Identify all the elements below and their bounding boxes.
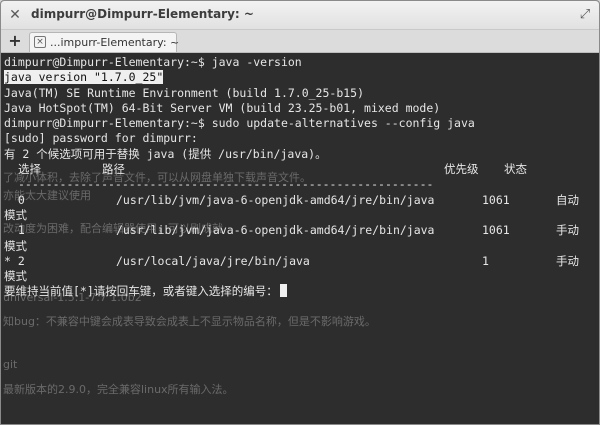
table-header: 选择 路径 优先级 状态: [4, 162, 599, 177]
separator-text: ----------------------------------------…: [18, 177, 434, 192]
terminal-line: dimpurr@Dimpurr-Elementary:~$ java -vers…: [4, 55, 302, 69]
row-status: 自动: [556, 192, 579, 207]
header-status: 状态: [504, 162, 527, 177]
row-priority: 1061: [482, 192, 510, 207]
header-path: 路径: [102, 162, 125, 177]
row-status: 手动: [556, 253, 579, 268]
table-row: * 2 /usr/local/java/jre/bin/java 1 手动: [4, 254, 599, 269]
row-select: 0: [4, 192, 25, 207]
close-tab-icon: ×: [36, 37, 44, 47]
text-cursor[interactable]: [279, 284, 287, 298]
plus-icon: +: [8, 31, 22, 50]
row-status: 手动: [556, 223, 579, 238]
background-text-line: 最新版本的2.9.0，完全兼容linux所有输入法。: [3, 383, 234, 396]
new-tab-button[interactable]: +: [7, 32, 23, 50]
terminal-line: [sudo] password for dimpurr:: [4, 131, 198, 146]
tab-terminal[interactable]: × ...impurr-Elementary: ~: [29, 32, 180, 52]
table-row-continuation: 模式: [4, 269, 27, 284]
title-bar[interactable]: ✕ dimpurr@Dimpurr-Elementary: ~ ⤢: [1, 1, 599, 30]
row-select: * 2: [4, 253, 25, 268]
row-path: /usr/lib/jvm/java-6-openjdk-amd64/jre/bi…: [116, 223, 435, 238]
tab-label: ...impurr-Elementary: ~: [50, 36, 180, 49]
terminal-line: Java(TM) SE Runtime Environment (build 1…: [4, 85, 365, 100]
close-window-button[interactable]: ✕: [7, 7, 23, 23]
background-text-line: git: [3, 358, 18, 371]
maximize-window-button[interactable]: ⤢: [577, 7, 593, 23]
table-row: 1 /usr/lib/jvm/java-6-openjdk-amd64/jre/…: [4, 223, 599, 238]
tab-close-button[interactable]: ×: [34, 36, 46, 48]
maximize-icon: ⤢: [579, 7, 591, 22]
table-row: 0 /usr/lib/jvm/java-6-openjdk-amd64/jre/…: [4, 193, 599, 208]
terminal-line: Java HotSpot(TM) 64-Bit Server VM (build…: [4, 100, 441, 115]
selection-prompt: 要维持当前值[*]请按回车键，或者键入选择的编号：: [4, 284, 599, 299]
terminal-line: 有 2 个候选项可用于替换 java (提供 /usr/bin/java)。: [4, 146, 327, 161]
table-row-continuation: 模式: [4, 238, 27, 253]
terminal-lines: dimpurr@Dimpurr-Elementary:~$ java -vers…: [4, 55, 599, 300]
table-row-continuation: 模式: [4, 207, 27, 222]
prompt-text: 要维持当前值[*]请按回车键，或者键入选择的编号：: [4, 284, 278, 299]
tab-bar: + × ...impurr-Elementary: ~: [1, 30, 599, 53]
terminal-line: dimpurr@Dimpurr-Elementary:~$ sudo updat…: [4, 116, 475, 131]
row-priority: 1: [482, 253, 489, 268]
separator-line: ----------------------------------------…: [4, 177, 599, 192]
row-path: /usr/lib/jvm/java-6-openjdk-amd64/jre/bi…: [116, 192, 435, 207]
row-priority: 1061: [482, 223, 510, 238]
highlighted-text: java version "1.7.0_25": [4, 70, 164, 85]
row-path: /usr/local/java/jre/bin/java: [116, 253, 310, 268]
header-priority: 优先级: [444, 162, 479, 177]
window-title: dimpurr@Dimpurr-Elementary: ~: [31, 7, 254, 21]
terminal-line: java version "1.7.0_25": [4, 70, 599, 85]
terminal-output[interactable]: 了减小体积，去除了声音文件，可以从网盘单独下载声音文件。 亦能太大建议使用 改动…: [1, 53, 599, 424]
row-select: 1: [4, 223, 25, 238]
terminal-window: ✕ dimpurr@Dimpurr-Elementary: ~ ⤢ + × ..…: [0, 0, 600, 425]
header-select: 选择: [18, 162, 41, 177]
close-icon: ✕: [9, 7, 21, 23]
